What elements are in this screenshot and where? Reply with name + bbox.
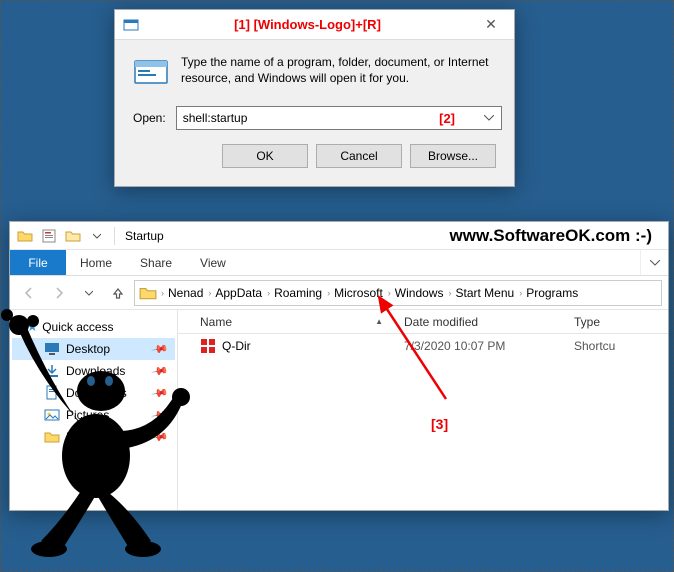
sidebar: ▾ ★ Quick access Desktop 📌 Downloads 📌 D… — [10, 310, 178, 510]
folder-icon — [44, 429, 60, 445]
tab-share[interactable]: Share — [126, 250, 186, 275]
sidebar-item-downloads[interactable]: Downloads 📌 — [12, 360, 175, 382]
sidebar-item-hise[interactable]: HiSE 📌 — [12, 426, 175, 448]
file-type: Shortcu — [564, 339, 668, 353]
documents-icon — [44, 385, 60, 401]
annotation-1: [1] [Windows-Logo]+[R] — [145, 17, 470, 32]
star-icon: ★ — [27, 319, 39, 335]
annotation-3: [3] — [431, 416, 448, 432]
watermark-text: www.SoftwareOK.com :-) — [450, 226, 664, 246]
close-icon[interactable]: ✕ — [470, 10, 512, 40]
column-date[interactable]: Date modified — [394, 310, 564, 333]
tab-home[interactable]: Home — [66, 250, 126, 275]
folder-icon — [14, 225, 36, 247]
recent-chevron-down-icon[interactable] — [76, 280, 102, 306]
file-date: 7/3/2020 10:07 PM — [394, 339, 564, 353]
tab-view[interactable]: View — [186, 250, 240, 275]
sidebar-item-documents[interactable]: Documents 📌 — [12, 382, 175, 404]
cancel-button[interactable]: Cancel — [316, 144, 402, 168]
run-titlebar[interactable]: [1] [Windows-Logo]+[R] ✕ — [115, 10, 514, 40]
properties-icon[interactable] — [38, 225, 60, 247]
file-name: Q-Dir — [222, 339, 251, 353]
breadcrumb-item[interactable]: Microsoft› — [334, 286, 391, 300]
column-name[interactable]: Name ▲ — [178, 310, 394, 333]
ribbon-tabs: File Home Share View — [10, 250, 668, 276]
folder-icon — [139, 284, 157, 302]
pin-icon: 📌 — [151, 384, 170, 403]
run-description: Type the name of a program, folder, docu… — [181, 54, 502, 90]
column-type[interactable]: Type — [564, 310, 668, 333]
ribbon-expand-icon[interactable] — [640, 250, 668, 275]
run-dialog: [1] [Windows-Logo]+[R] ✕ Type the name o… — [114, 9, 515, 187]
desktop-icon — [44, 341, 60, 357]
open-combobox[interactable]: [2] — [176, 106, 502, 130]
up-button[interactable] — [106, 280, 130, 306]
open-input[interactable] — [183, 111, 435, 125]
run-icon — [123, 17, 139, 33]
chevron-down-icon[interactable]: ▾ — [18, 322, 23, 333]
breadcrumb-item[interactable]: Programs — [526, 286, 578, 300]
breadcrumb-item[interactable]: Roaming› — [274, 286, 330, 300]
window-title: Startup — [121, 229, 164, 243]
explorer-titlebar[interactable]: Startup www.SoftwareOK.com :-) — [10, 222, 668, 250]
annotation-2: [2] — [435, 111, 481, 126]
breadcrumb-item[interactable]: AppData› — [215, 286, 270, 300]
open-label: Open: — [133, 111, 166, 125]
column-headers: Name ▲ Date modified Type — [178, 310, 668, 334]
address-bar: › Nenad› AppData› Roaming› Microsoft› Wi… — [10, 276, 668, 310]
qat-chevron-down-icon[interactable] — [86, 225, 108, 247]
pictures-icon — [44, 407, 60, 423]
chevron-down-icon[interactable] — [481, 107, 497, 129]
sidebar-item-pictures[interactable]: Pictures 📌 — [12, 404, 175, 426]
file-pane: Name ▲ Date modified Type Q-Dir 7/3/2020… — [178, 310, 668, 510]
breadcrumb-item[interactable]: Start Menu› — [455, 286, 522, 300]
qdir-icon — [200, 338, 216, 354]
downloads-icon — [44, 363, 60, 379]
new-folder-icon[interactable] — [62, 225, 84, 247]
breadcrumb-item[interactable]: Windows› — [395, 286, 452, 300]
quick-access-label: Quick access — [42, 320, 113, 334]
sidebar-item-desktop[interactable]: Desktop 📌 — [12, 338, 175, 360]
tab-file[interactable]: File — [10, 250, 66, 275]
pin-icon: 📌 — [151, 428, 170, 447]
separator — [114, 227, 115, 245]
pin-icon: 📌 — [151, 406, 170, 425]
pin-icon: 📌 — [151, 362, 170, 381]
ok-button[interactable]: OK — [222, 144, 308, 168]
breadcrumb-item[interactable]: Nenad› — [168, 286, 211, 300]
browse-button[interactable]: Browse... — [410, 144, 496, 168]
run-big-icon — [133, 54, 169, 90]
chevron-right-icon[interactable]: › — [161, 288, 164, 298]
file-row[interactable]: Q-Dir 7/3/2020 10:07 PM Shortcu — [178, 334, 668, 358]
explorer-window: Startup www.SoftwareOK.com :-) File Home… — [9, 221, 669, 511]
pin-icon: 📌 — [151, 340, 170, 359]
forward-button[interactable] — [46, 280, 72, 306]
sort-asc-icon: ▲ — [375, 317, 383, 326]
back-button[interactable] — [16, 280, 42, 306]
address-field[interactable]: › Nenad› AppData› Roaming› Microsoft› Wi… — [134, 280, 662, 306]
sidebar-quick-access[interactable]: ▾ ★ Quick access — [12, 316, 175, 338]
